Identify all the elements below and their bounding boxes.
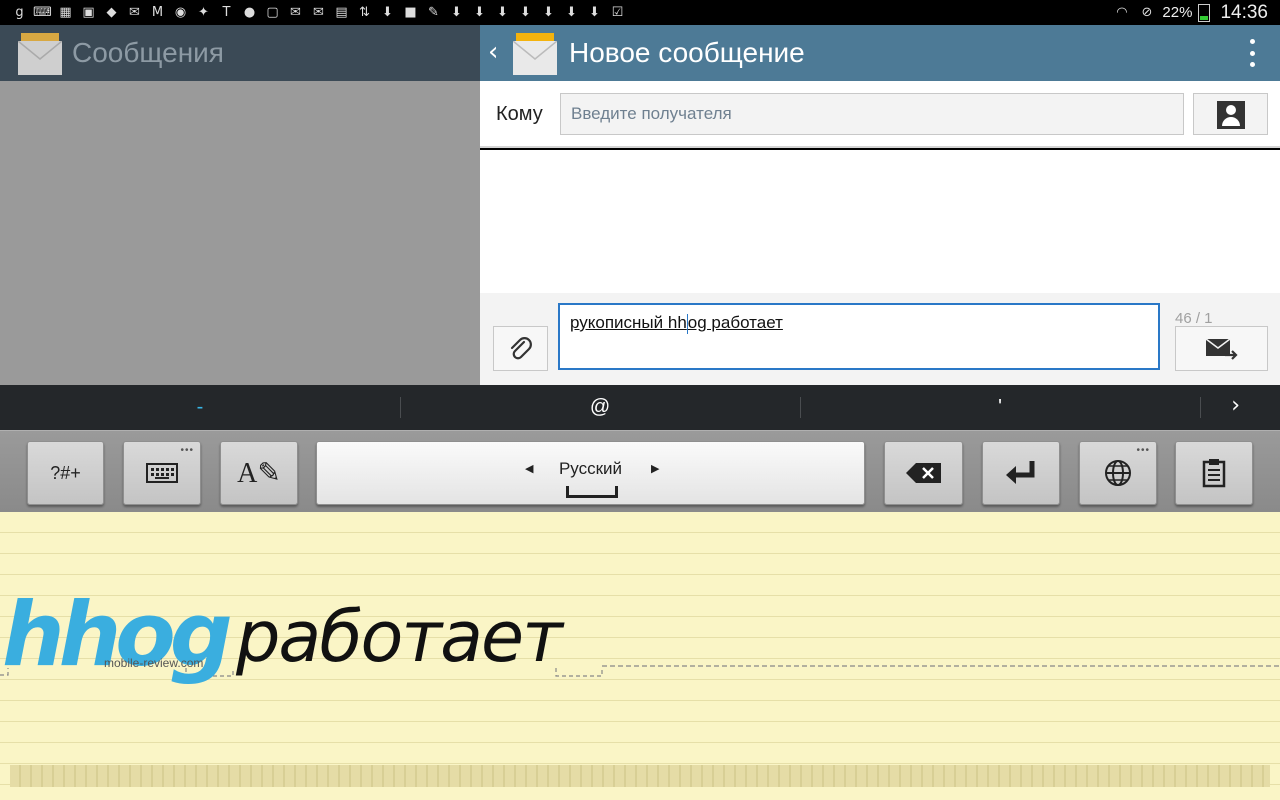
sync-icon: ⇅ [359,5,370,20]
contacts-button[interactable] [1193,93,1268,135]
battery-percent: 22% [1162,4,1193,21]
send-message-icon [1205,337,1238,360]
recipient-row: Кому Введите получателя [480,81,1280,148]
window-icon: ▢ [266,5,279,20]
notification-icons: g ⌨ ▦ ▣ ◆ ✉ M ◉ ✦ T ● ▢ ✉ ✉ ▤ ⇅ ⬇ ■ ✎ ⬇ … [10,3,627,22]
send-button[interactable] [1175,326,1268,371]
back-button[interactable]: ‹ [488,37,498,67]
watermark: mobile-review.com [104,656,204,670]
message-input[interactable]: рукописный hhog работает [558,303,1160,370]
status-bar: g ⌨ ▦ ▣ ◆ ✉ M ◉ ✦ T ● ▢ ✉ ✉ ▤ ⇅ ⬇ ■ ✎ ⬇ … [0,0,1280,25]
mail-icon: ✉ [129,5,140,20]
chevron-right-icon: ▶ [651,462,660,475]
backspace-icon [905,463,941,483]
to-label: Кому [496,103,543,125]
paperclip-icon [510,336,532,359]
dropbox-icon: ◆ [106,5,117,20]
messages-app-icon [18,31,62,75]
left-title: Сообщения [72,37,224,68]
pin-icon: ✎ [428,5,439,20]
keyboard-icon: ⌨ [33,5,52,20]
download-icon: ⬇ [566,5,577,20]
download-icon: ⬇ [451,5,462,20]
mail-icon: ✉ [290,5,301,20]
mail-icon: ✉ [313,5,324,20]
chrome-icon: ◉ [174,5,187,20]
message-text-before-cursor: рукописный hh [570,313,687,332]
backspace-key[interactable] [884,441,963,505]
keyboard-icon [146,463,178,483]
chevron-right-icon[interactable]: › [1231,393,1240,418]
suggestion-item[interactable]: @ [400,385,800,430]
image-icon: ▣ [82,5,95,20]
recognized-word-2: работает [236,596,563,678]
contact-icon [1217,101,1245,129]
download-icon: ⬇ [543,5,554,20]
status-right: ◠ ⊘ 22% 14:36 [1112,0,1268,25]
download-icon: ⬇ [497,5,508,20]
compose-header: ‹ Новое сообщение [480,25,1280,81]
clipboard-icon [1202,459,1226,488]
google-plus-icon: g [15,5,24,20]
overflow-menu-icon[interactable] [1248,39,1256,67]
download-icon: ⬇ [474,5,485,20]
space-key[interactable]: ◀ Русский ▶ [316,441,865,505]
clipboard-key[interactable] [1175,441,1253,505]
enter-icon [1006,461,1035,484]
store-icon: ■ [404,5,417,20]
left-header: Сообщения [0,25,480,81]
clock: 14:36 [1220,1,1268,23]
calendar-icon: ▦ [59,5,72,20]
download-icon: ⬇ [382,5,393,20]
recipient-input[interactable]: Введите получателя [560,93,1184,135]
checklist-icon: ☑ [611,5,624,20]
handwriting-scroll-strip[interactable] [10,765,1270,787]
pen-font-icon: A✎ [237,458,281,489]
download-icon: ⬇ [520,5,531,20]
suggestion-divider [1200,397,1201,418]
shop-icon: ▤ [335,5,348,20]
gmail-icon: M [151,5,164,20]
char-counter: 46 / 1 [1175,310,1213,327]
chat-icon: ● [243,5,256,20]
language-label: Русский [558,459,623,478]
message-thread-area [480,150,1280,293]
compose-bar: рукописный hhog работает 46 / 1 [480,293,1280,385]
enter-key[interactable] [982,441,1060,505]
recognized-word-1: hhog [2,583,233,686]
message-text-after-cursor: og работает [687,313,783,332]
suggestion-item[interactable]: ' [800,385,1200,430]
messages-app-icon[interactable] [513,31,557,75]
language-key[interactable]: ••• [1079,441,1157,505]
no-sound-icon: ⊘ [1141,5,1153,20]
more-dots-icon: ••• [180,445,194,456]
symbols-key[interactable]: ?#+ [27,441,104,505]
twitter-icon: ✦ [198,5,209,20]
battery-icon [1198,3,1211,22]
handwriting-mode-key[interactable]: A✎ [220,441,298,505]
nyt-icon: T [222,5,231,20]
attach-button[interactable] [493,326,548,371]
conversation-list[interactable] [0,81,480,385]
globe-icon [1105,460,1131,486]
wifi-icon: ◠ [1116,5,1128,20]
suggestion-item[interactable]: - [0,385,400,430]
more-dots-icon: ••• [1136,445,1150,456]
download-icon: ⬇ [589,5,600,20]
page-title: Новое сообщение [569,37,805,68]
suggestion-strip: - @ ' › [0,385,1280,430]
keyboard-toolbar: ?#+ ••• A✎ ◀ Русский ▶ ••• [0,430,1280,512]
space-bar-icon [566,486,618,498]
keyboard-mode-key[interactable]: ••• [123,441,201,505]
